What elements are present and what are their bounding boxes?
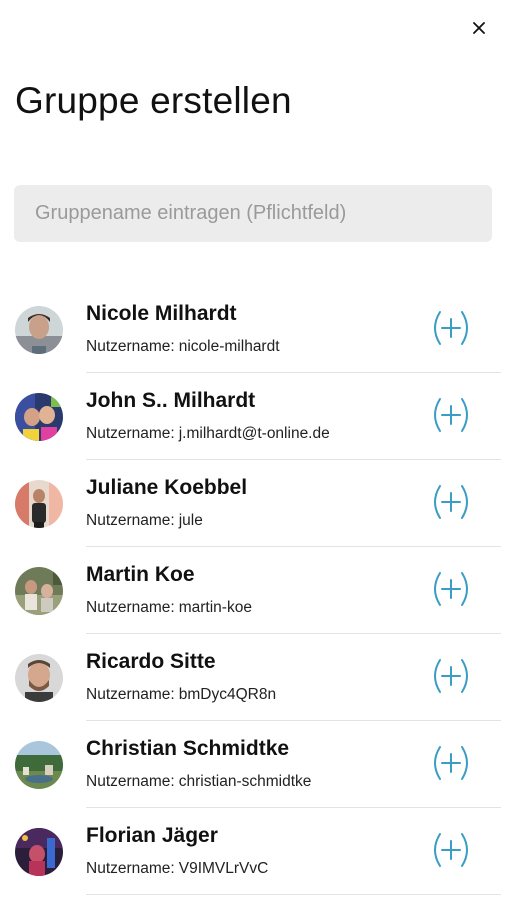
username-label: Nutzername: — [86, 773, 175, 790]
add-user-button[interactable] — [428, 482, 474, 522]
add-user-button[interactable] — [428, 743, 474, 783]
username-label: Nutzername: — [86, 599, 175, 616]
user-list: Nicole Milhardt Nutzername: nicole-milhar… — [0, 286, 507, 895]
page-title: Gruppe erstellen — [15, 80, 292, 121]
user-username: Nutzername: nicole-milhardt — [86, 338, 280, 356]
username-value: bmDyc4QR8n — [178, 686, 277, 703]
user-row[interactable]: Nicole Milhardt Nutzername: nicole-milhar… — [0, 286, 507, 373]
row-divider — [86, 894, 501, 895]
username-value: nicole-milhardt — [178, 338, 280, 355]
add-circle-icon[interactable] — [428, 569, 474, 609]
add-circle-icon[interactable] — [428, 482, 474, 522]
username-value: martin-koe — [178, 599, 252, 616]
user-name: Martin Koe — [86, 563, 195, 586]
user-row[interactable]: Florian Jäger Nutzername: V9IMVLrVvC — [0, 808, 507, 895]
avatar — [15, 567, 63, 615]
add-circle-icon[interactable] — [428, 656, 474, 696]
user-username: Nutzername: bmDyc4QR8n — [86, 686, 276, 704]
username-value: jule — [178, 512, 203, 529]
avatar — [15, 393, 63, 441]
username-label: Nutzername: — [86, 425, 175, 442]
user-username: Nutzername: V9IMVLrVvC — [86, 860, 268, 878]
add-user-button[interactable] — [428, 656, 474, 696]
user-name: Ricardo Sitte — [86, 650, 216, 673]
user-username: Nutzername: jule — [86, 512, 203, 530]
username-label: Nutzername: — [86, 512, 175, 529]
add-user-button[interactable] — [428, 308, 474, 348]
user-name: Christian Schmidtke — [86, 737, 290, 760]
add-user-button[interactable] — [428, 395, 474, 435]
add-circle-icon[interactable] — [428, 830, 474, 870]
username-label: Nutzername: — [86, 338, 175, 355]
user-name: Juliane Koebbel — [86, 476, 248, 499]
avatar — [15, 741, 63, 789]
user-row[interactable]: John S.. Milhardt Nutzername: j.milhardt@… — [0, 373, 507, 460]
user-row[interactable]: Ricardo Sitte Nutzername: bmDyc4QR8n — [0, 634, 507, 721]
group-name-input[interactable] — [14, 185, 492, 242]
close-button[interactable] — [465, 14, 493, 42]
group-name-field-container — [14, 185, 492, 242]
add-user-button[interactable] — [428, 830, 474, 870]
avatar — [15, 828, 63, 876]
user-row[interactable]: Juliane Koebbel Nutzername: jule — [0, 460, 507, 547]
avatar — [15, 480, 63, 528]
add-circle-icon[interactable] — [428, 395, 474, 435]
add-circle-icon[interactable] — [428, 308, 474, 348]
username-value: christian-schmidtke — [178, 773, 312, 790]
user-row[interactable]: Martin Koe Nutzername: martin-koe — [0, 547, 507, 634]
user-name: John S.. Milhardt — [86, 389, 256, 412]
username-value: j.milhardt@t-online.de — [178, 425, 330, 442]
user-name: Nicole Milhardt — [86, 302, 237, 325]
add-circle-icon[interactable] — [428, 743, 474, 783]
close-icon[interactable] — [473, 22, 485, 34]
username-label: Nutzername: — [86, 686, 175, 703]
username-value: V9IMVLrVvC — [178, 860, 269, 877]
user-name: Florian Jäger — [86, 824, 218, 847]
user-row[interactable]: Christian Schmidtke Nutzername: christian… — [0, 721, 507, 808]
add-user-button[interactable] — [428, 569, 474, 609]
user-username: Nutzername: martin-koe — [86, 599, 252, 617]
user-username: Nutzername: j.milhardt@t-online.de — [86, 425, 330, 443]
avatar — [15, 654, 63, 702]
avatar — [15, 306, 63, 354]
user-username: Nutzername: christian-schmidtke — [86, 773, 311, 791]
username-label: Nutzername: — [86, 860, 175, 877]
